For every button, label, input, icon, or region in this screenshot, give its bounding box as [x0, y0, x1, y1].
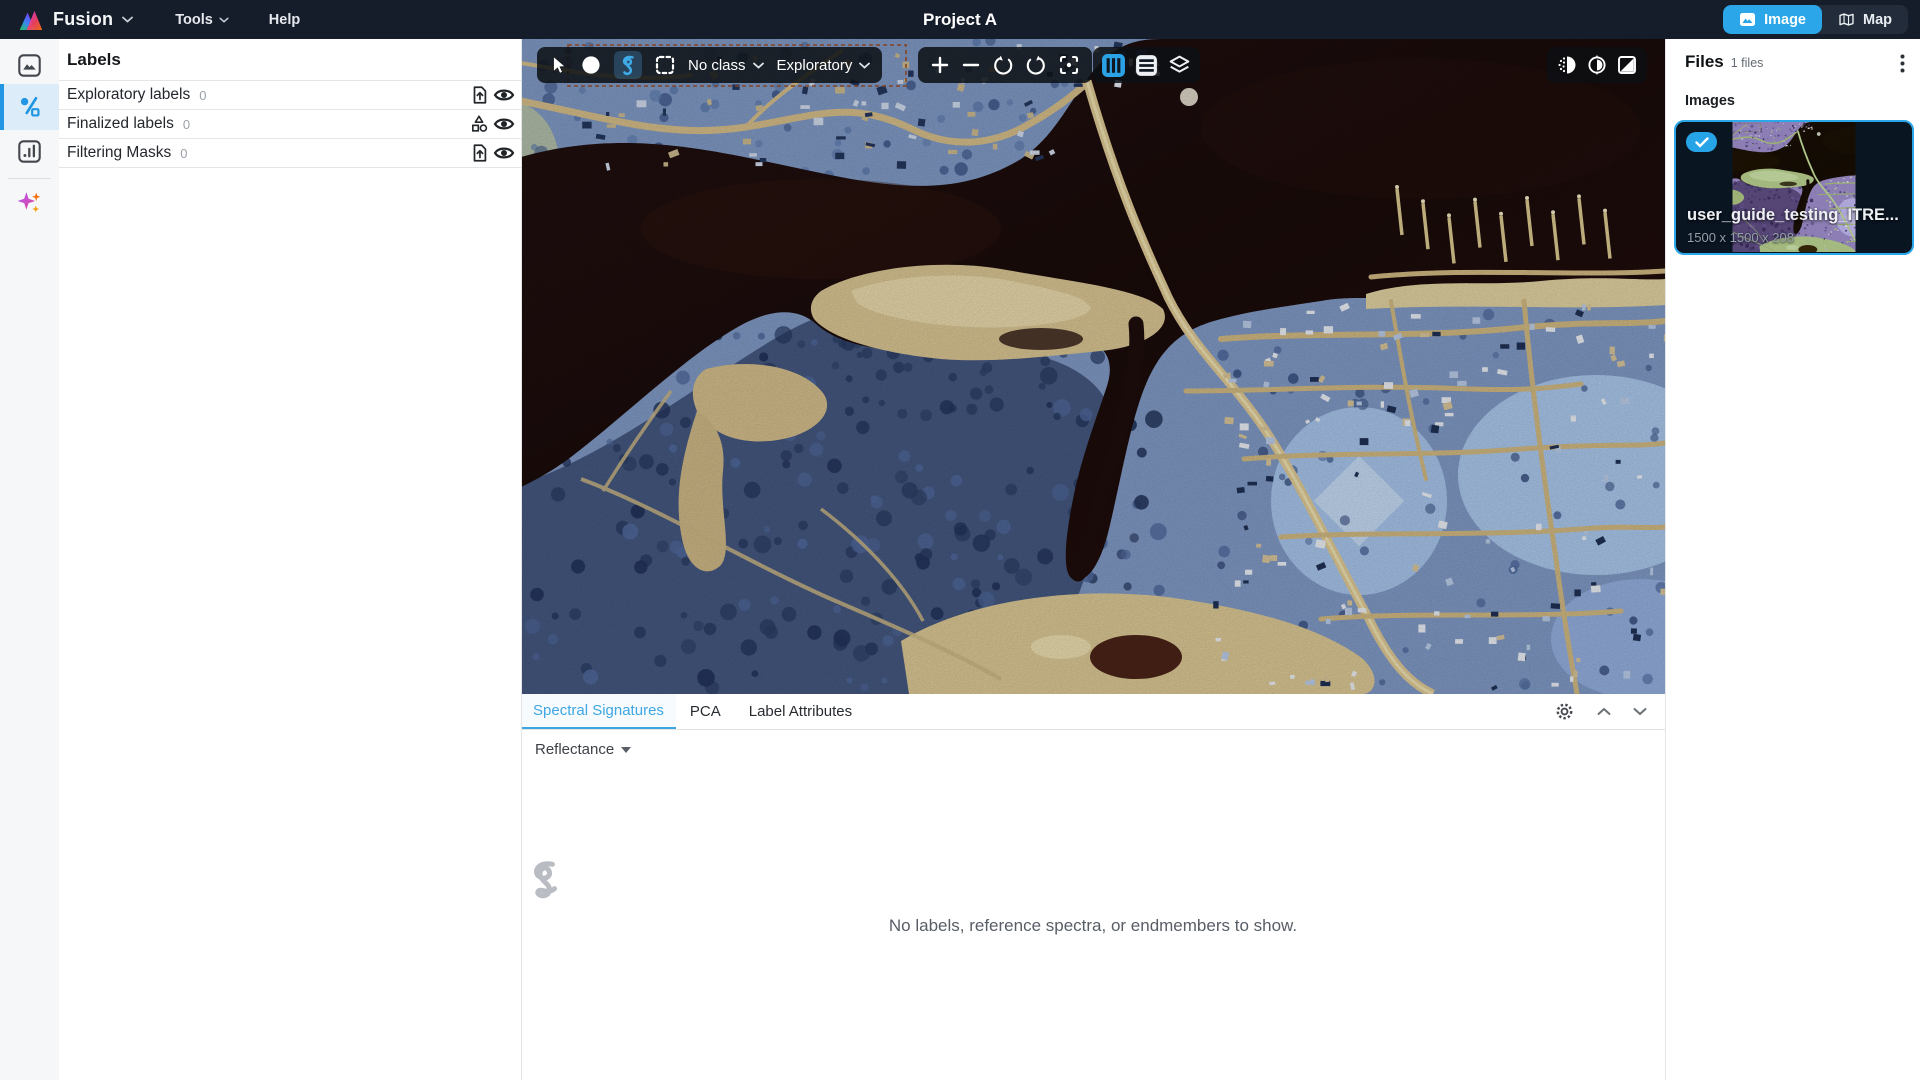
top-bar: Fusion Tools Help Project A Image: [0, 0, 1920, 39]
label-row-finalized[interactable]: Finalized labels 0: [59, 110, 521, 139]
y-axis-dropdown[interactable]: Reflectance: [535, 741, 631, 758]
viewer-toolbar: No class Exploratory: [537, 47, 882, 83]
draw-squiggle-tool[interactable]: [614, 51, 642, 79]
circle-brush-tool[interactable]: [581, 55, 601, 75]
panel-collapse-up-icon[interactable]: [1597, 707, 1611, 716]
files-panel: Files 1 files Images user_guide_testing_…: [1665, 39, 1920, 1080]
eye-icon[interactable]: [493, 142, 515, 164]
scatter-label-icon: [17, 94, 43, 120]
rail-item-assistant[interactable]: [0, 181, 59, 223]
image-viewer: No class Exploratory: [521, 39, 1665, 694]
selected-check-icon[interactable]: [1686, 132, 1717, 152]
tab-label-attributes[interactable]: Label Attributes: [735, 694, 866, 729]
squiggle-empty-icon: [521, 858, 567, 900]
eye-icon[interactable]: [493, 84, 515, 106]
analysis-panel: Spectral Signatures PCA Label Attributes…: [521, 694, 1665, 1080]
label-row-filtering-masks[interactable]: Filtering Masks 0: [59, 139, 521, 168]
invert-split-icon[interactable]: [1616, 54, 1638, 76]
left-icon-rail: [0, 39, 60, 1080]
file-dimensions: 1500 x 1500 x 208: [1687, 230, 1794, 245]
panel-settings-gear-icon[interactable]: [1554, 701, 1575, 722]
menu-tools[interactable]: Tools: [175, 12, 229, 28]
image-view-button[interactable]: Image: [1723, 5, 1822, 34]
eye-icon[interactable]: [493, 113, 515, 135]
file-upload-icon[interactable]: [468, 142, 490, 164]
file-upload-icon[interactable]: [468, 84, 490, 106]
view-toggle: Image Map: [1723, 5, 1908, 34]
viewer-zoom-toolbar: [918, 47, 1092, 83]
tab-spectral-signatures[interactable]: Spectral Signatures: [521, 694, 676, 729]
images-section-heading: Images: [1666, 75, 1920, 109]
labels-panel-title: Labels: [59, 39, 521, 81]
brightness-contrast-icon[interactable]: [1586, 54, 1608, 76]
shapes-icon[interactable]: [468, 113, 490, 135]
viewer-viewmode-toolbar: [1093, 47, 1200, 83]
kebab-menu-icon[interactable]: [1896, 52, 1909, 75]
rows-view-icon[interactable]: [1134, 53, 1159, 78]
chevron-down-icon: [122, 16, 133, 23]
file-name: user_guide_testing_ITRE...: [1687, 206, 1904, 225]
chevron-down-icon: [219, 17, 229, 23]
rail-item-labeling[interactable]: [0, 84, 59, 130]
menu-help[interactable]: Help: [269, 12, 300, 28]
file-card[interactable]: user_guide_testing_ITRE... 1500 x 1500 x…: [1674, 120, 1914, 255]
empty-state: No labels, reference spectra, or endmemb…: [521, 858, 1665, 936]
sparkles-icon: [16, 189, 43, 216]
center-focus-icon[interactable]: [1058, 54, 1080, 76]
caret-down-icon: [621, 747, 631, 753]
rotate-cw-icon[interactable]: [1025, 54, 1047, 76]
brand-menu[interactable]: Fusion: [18, 8, 133, 32]
analysis-tabs: Spectral Signatures PCA Label Attributes: [521, 694, 1665, 730]
map-view-button[interactable]: Map: [1822, 5, 1908, 34]
contrast-dither-icon[interactable]: [1556, 54, 1578, 76]
app-window: Fusion Tools Help Project A Image: [0, 0, 1920, 1080]
columns-view-icon[interactable]: [1101, 53, 1126, 78]
chevron-down-icon: [859, 62, 870, 69]
panel-collapse-down-icon[interactable]: [1633, 707, 1647, 716]
labels-panel: Labels Exploratory labels 0 Finalized la…: [59, 39, 522, 1080]
image-icon: [17, 53, 42, 78]
image-icon: [1739, 12, 1756, 27]
rail-item-analytics[interactable]: [0, 130, 59, 172]
map-icon: [1838, 12, 1855, 27]
files-count: 1 files: [1731, 56, 1896, 70]
marquee-select-tool[interactable]: [655, 55, 675, 75]
brand-name: Fusion: [53, 9, 113, 30]
files-title: Files: [1685, 52, 1724, 72]
label-row-exploratory[interactable]: Exploratory labels 0: [59, 81, 521, 110]
chevron-down-icon: [753, 62, 764, 69]
layers-view-icon[interactable]: [1167, 53, 1192, 78]
fusion-logo-icon: [18, 8, 44, 32]
cursor-tool[interactable]: [549, 55, 568, 75]
label-set-dropdown[interactable]: Exploratory: [777, 57, 871, 74]
image-canvas[interactable]: [521, 39, 1665, 694]
bar-chart-icon: [17, 139, 42, 164]
class-dropdown[interactable]: No class: [688, 57, 764, 74]
rail-item-images[interactable]: [0, 46, 59, 84]
rotate-ccw-icon[interactable]: [992, 54, 1014, 76]
viewer-adjust-toolbar: [1547, 47, 1647, 83]
project-title: Project A: [923, 0, 997, 39]
empty-message: No labels, reference spectra, or endmemb…: [521, 916, 1665, 936]
zoom-out-icon[interactable]: [961, 55, 981, 75]
rail-divider: [8, 178, 51, 179]
zoom-in-icon[interactable]: [930, 55, 950, 75]
tab-pca[interactable]: PCA: [676, 694, 735, 729]
